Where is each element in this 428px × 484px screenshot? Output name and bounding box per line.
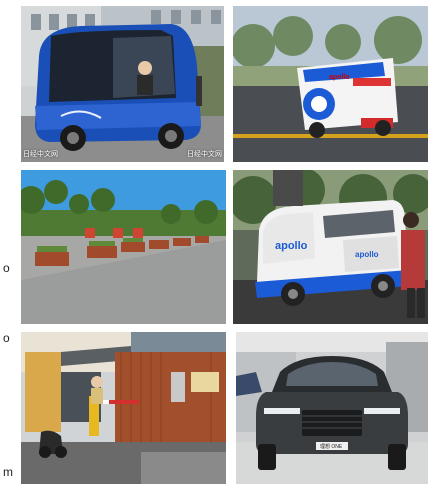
parking-booth-scene (21, 332, 226, 484)
suv-scene (236, 332, 428, 484)
robot-brand-label: apollo (329, 74, 350, 81)
margin-mark-2: o (3, 331, 10, 345)
park-scene (21, 170, 226, 324)
van-brand-label-side: apollo (355, 250, 379, 259)
photo-delivery-robot: apollo (233, 6, 428, 162)
suv-plate-label: 理想 ONE (320, 444, 343, 450)
watermark-right: 日经中文网 (187, 151, 222, 158)
watermark-left: 日经中文网 (23, 151, 58, 158)
minibus-scene (21, 6, 224, 162)
delivery-robot-scene (233, 6, 428, 162)
photo-minibus: 日经中文网 日经中文网 (21, 6, 224, 162)
margin-mark-1: o (3, 261, 10, 275)
margin-mark-3: m (3, 465, 13, 479)
photo-park (21, 170, 226, 324)
van-scene (233, 170, 428, 324)
photo-suv: 理想 ONE (236, 332, 428, 484)
van-brand-label-front: apollo (275, 240, 308, 252)
photo-van-apollo: apollo apollo (233, 170, 428, 324)
photo-parking-booth (21, 332, 226, 484)
